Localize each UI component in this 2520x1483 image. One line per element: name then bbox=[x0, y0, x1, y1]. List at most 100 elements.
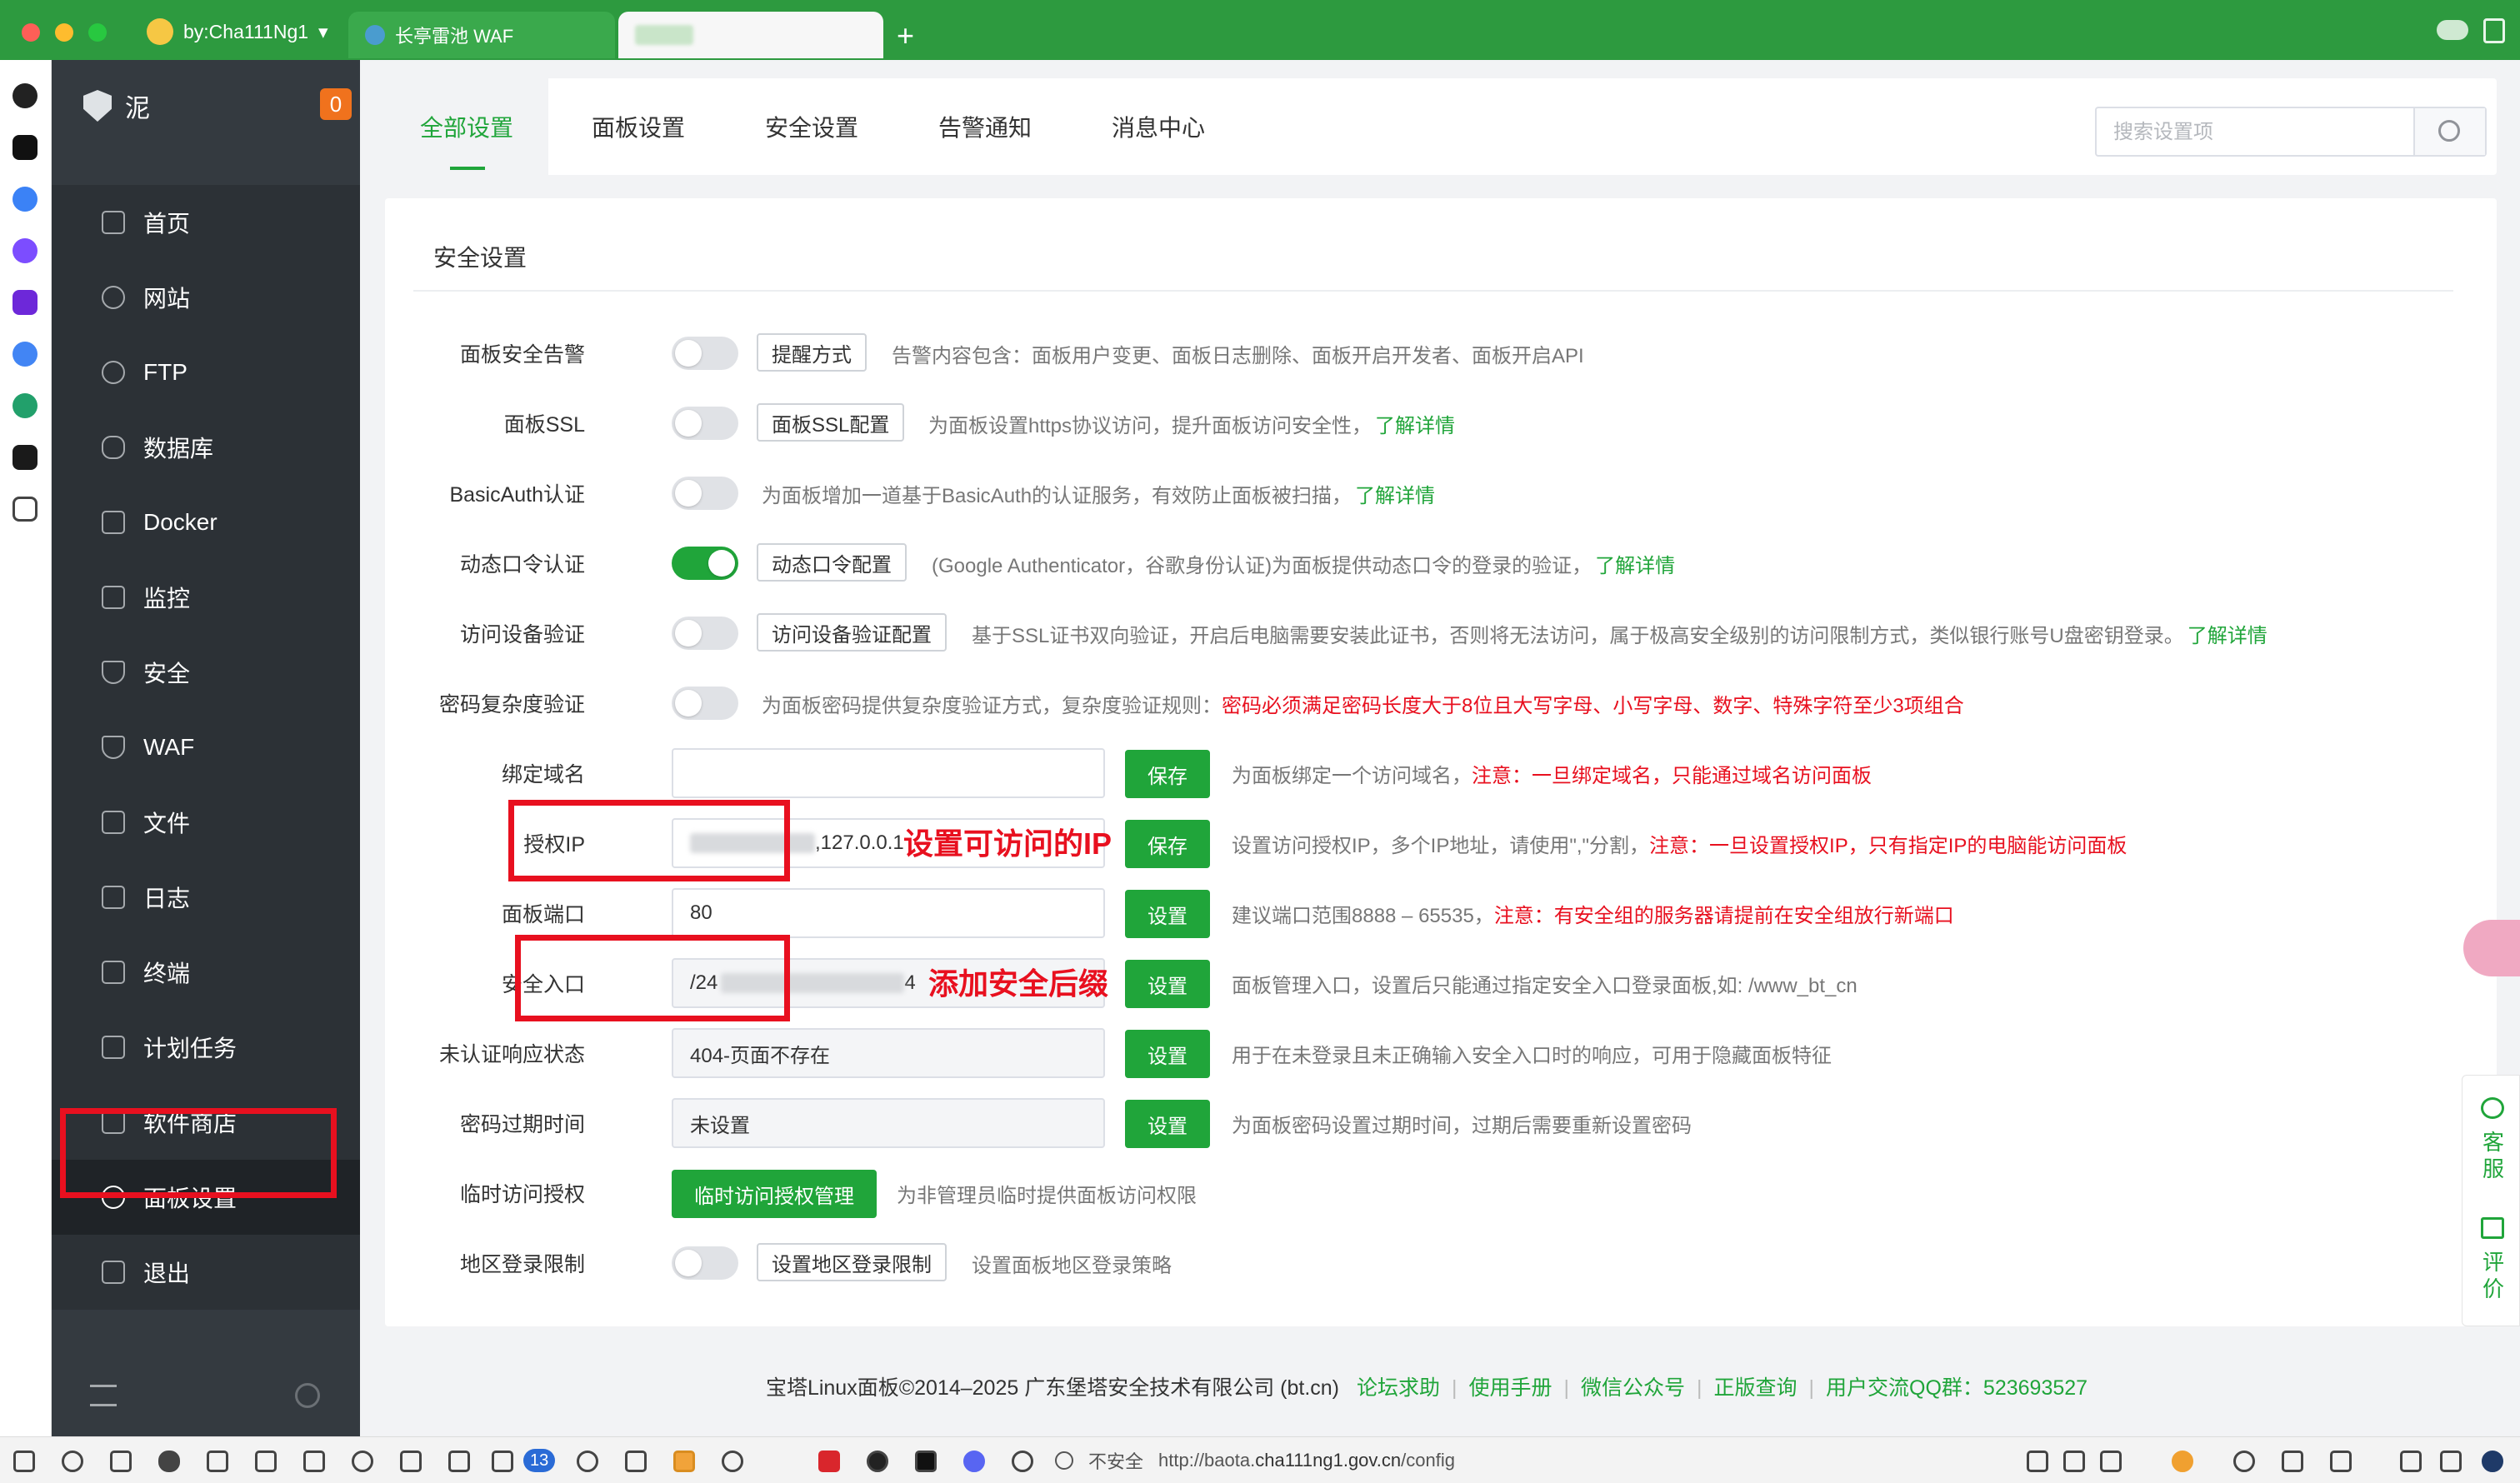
alert-method-button[interactable]: 提醒方式 bbox=[757, 333, 867, 372]
password-complexity-toggle[interactable] bbox=[672, 687, 738, 720]
translate-icon[interactable] bbox=[2063, 1451, 2085, 1472]
sidebar-toggle-icon[interactable] bbox=[13, 1451, 35, 1472]
minimize-window-button[interactable] bbox=[55, 23, 73, 42]
translate-icon[interactable] bbox=[2463, 920, 2520, 976]
sidebar-item-logout[interactable]: 退出 bbox=[52, 1235, 360, 1310]
calendar-icon[interactable] bbox=[207, 1451, 228, 1472]
temp-access-manage-button[interactable]: 临时访问授权管理 bbox=[672, 1170, 877, 1218]
browser-tab-waf[interactable]: 长亭雷池 WAF bbox=[348, 12, 615, 58]
alert-toggle[interactable] bbox=[672, 337, 738, 370]
github-icon[interactable] bbox=[867, 1451, 888, 1472]
authorized-ip-save-button[interactable]: 保存 bbox=[1125, 820, 1210, 868]
extension-icon[interactable] bbox=[2282, 1451, 2303, 1472]
unauth-response-set-button[interactable]: 设置 bbox=[1125, 1030, 1210, 1078]
trash-icon[interactable] bbox=[2440, 1451, 2462, 1472]
reload-icon[interactable] bbox=[352, 1451, 373, 1472]
region-limit-button[interactable]: 设置地区登录限制 bbox=[757, 1243, 947, 1281]
sidebar-item-database[interactable]: 数据库 bbox=[52, 410, 360, 485]
extension-icon[interactable] bbox=[818, 1451, 840, 1472]
chatgpt-icon[interactable] bbox=[12, 83, 38, 108]
sidebar-settings-icon[interactable] bbox=[295, 1383, 320, 1408]
sidebar-item-docker[interactable]: Docker bbox=[52, 485, 360, 560]
cloud-icon[interactable] bbox=[2437, 20, 2468, 40]
last-page-icon[interactable] bbox=[448, 1451, 470, 1472]
back-icon[interactable] bbox=[303, 1451, 325, 1472]
security-entry-set-button[interactable]: 设置 bbox=[1125, 960, 1210, 1008]
learn-more-link[interactable]: 了解详情 bbox=[1355, 479, 1435, 508]
footer-link-manual[interactable]: 使用手册 bbox=[1468, 1376, 1552, 1400]
address-bar[interactable]: 不安全 http://baota.cha111ng1.gov.cn/config bbox=[1055, 1446, 1455, 1476]
basicauth-toggle[interactable] bbox=[672, 477, 738, 510]
footer-link-wechat[interactable]: 微信公众号 bbox=[1581, 1376, 1685, 1400]
tab-all-settings[interactable]: 全部设置 bbox=[385, 78, 549, 175]
app-icon[interactable] bbox=[12, 445, 38, 470]
sidebar-item-monitor[interactable]: 监控 bbox=[52, 560, 360, 635]
search-input[interactable] bbox=[2113, 120, 2413, 145]
password-expire-set-button[interactable]: 设置 bbox=[1125, 1100, 1210, 1148]
bookmark-icon[interactable] bbox=[2100, 1451, 2122, 1472]
learn-more-link[interactable]: 了解详情 bbox=[1595, 549, 1675, 578]
unauth-response-select[interactable]: 404-页面不存在 bbox=[672, 1028, 1105, 1078]
x-icon[interactable] bbox=[915, 1451, 937, 1472]
globe-icon[interactable] bbox=[1012, 1451, 1033, 1472]
device-config-button[interactable]: 访问设备验证配置 bbox=[757, 613, 947, 652]
sidebar-item-logs[interactable]: 日志 bbox=[52, 860, 360, 935]
qr-code-icon[interactable] bbox=[2027, 1451, 2048, 1472]
domain-input[interactable] bbox=[672, 748, 1105, 798]
customer-service-button[interactable]: 客服 bbox=[2479, 1129, 2508, 1182]
port-input[interactable]: 80 bbox=[672, 888, 1105, 938]
review-button[interactable]: 评价 bbox=[2479, 1249, 2508, 1302]
sidebar-item-security[interactable]: 安全 bbox=[52, 635, 360, 710]
tab-security-settings[interactable]: 安全设置 bbox=[765, 78, 858, 175]
first-page-icon[interactable] bbox=[255, 1451, 277, 1472]
footer-link-forum[interactable]: 论坛求助 bbox=[1357, 1376, 1440, 1400]
reader-icon[interactable] bbox=[2330, 1451, 2352, 1472]
search-button[interactable] bbox=[2413, 108, 2485, 155]
profile-switcher[interactable]: by:Cha111Ng1 ▾ bbox=[147, 15, 328, 48]
assistant-icon[interactable] bbox=[12, 187, 38, 212]
puzzle-icon[interactable] bbox=[2400, 1451, 2422, 1472]
password-expire-input[interactable]: 未设置 bbox=[672, 1098, 1105, 1148]
tab-message-center[interactable]: 消息中心 bbox=[1112, 78, 1205, 175]
avatar[interactable] bbox=[2482, 1451, 2503, 1472]
sidebar-item-home[interactable]: 首页 bbox=[52, 185, 360, 260]
extension-icon[interactable] bbox=[673, 1451, 695, 1472]
screenshot-icon[interactable] bbox=[625, 1451, 647, 1472]
notification-badge[interactable]: 0 bbox=[320, 88, 352, 120]
snowflake-icon[interactable] bbox=[722, 1451, 743, 1472]
search-icon[interactable] bbox=[577, 1451, 598, 1472]
port-set-button[interactable]: 设置 bbox=[1125, 890, 1210, 938]
extension-icon[interactable] bbox=[2172, 1451, 2193, 1472]
tab-alert-notify[interactable]: 告警通知 bbox=[938, 78, 1032, 175]
forward-icon[interactable] bbox=[400, 1451, 422, 1472]
cloud-icon[interactable] bbox=[158, 1451, 180, 1472]
ssl-toggle[interactable] bbox=[672, 407, 738, 440]
download-icon[interactable] bbox=[110, 1451, 132, 1472]
trash-icon[interactable] bbox=[2483, 18, 2505, 43]
discord-icon[interactable] bbox=[963, 1451, 985, 1472]
sidebar-item-ftp[interactable]: FTP bbox=[52, 335, 360, 410]
bot-icon[interactable] bbox=[12, 238, 38, 263]
otp-toggle[interactable] bbox=[672, 547, 738, 580]
region-toggle[interactable] bbox=[672, 1246, 738, 1280]
new-tab-button[interactable]: + bbox=[897, 18, 914, 53]
learn-more-link[interactable]: 了解详情 bbox=[1375, 409, 1455, 438]
perplexity-icon[interactable] bbox=[12, 290, 38, 315]
domain-save-button[interactable]: 保存 bbox=[1125, 750, 1210, 798]
add-app-icon[interactable] bbox=[12, 497, 38, 522]
sidebar-item-website[interactable]: 网站 bbox=[52, 260, 360, 335]
device-toggle[interactable] bbox=[672, 617, 738, 650]
notes-icon[interactable] bbox=[492, 1451, 513, 1472]
settings-icon[interactable] bbox=[62, 1451, 83, 1472]
sidebar-item-waf[interactable]: WAF bbox=[52, 710, 360, 785]
google-icon[interactable] bbox=[12, 342, 38, 367]
collapse-sidebar-icon[interactable] bbox=[90, 1385, 117, 1406]
footer-link-qq-group[interactable]: 用户交流QQ群：523693527 bbox=[1826, 1376, 2088, 1400]
kimi-icon[interactable] bbox=[12, 135, 38, 160]
browser-tab-active[interactable] bbox=[618, 12, 883, 58]
ssl-config-button[interactable]: 面板SSL配置 bbox=[757, 403, 905, 442]
extension-icon[interactable] bbox=[2233, 1451, 2255, 1472]
footer-link-verify[interactable]: 正版查询 bbox=[1714, 1376, 1798, 1400]
maximize-window-button[interactable] bbox=[88, 23, 107, 42]
sidebar-item-cron[interactable]: 计划任务 bbox=[52, 1010, 360, 1085]
